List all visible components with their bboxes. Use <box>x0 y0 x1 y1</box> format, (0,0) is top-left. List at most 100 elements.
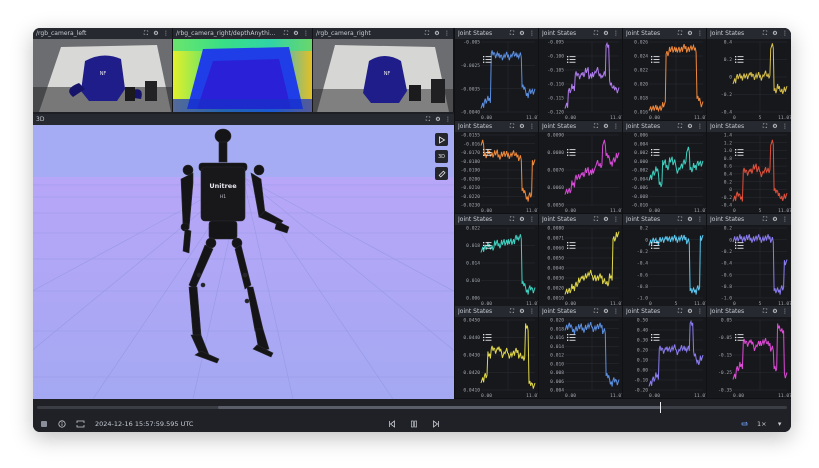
timeline-cursor[interactable] <box>660 402 661 413</box>
expand-icon[interactable]: ⛶ <box>762 28 768 39</box>
gear-icon[interactable]: ⚙ <box>603 28 609 39</box>
more-icon[interactable]: ⋮ <box>163 28 169 39</box>
more-icon[interactable]: ⋮ <box>697 28 703 39</box>
step-back-icon[interactable] <box>387 419 397 429</box>
gear-icon[interactable]: ⚙ <box>519 121 525 132</box>
legend-list-icon[interactable] <box>651 231 660 249</box>
legend-list-icon[interactable] <box>651 323 660 341</box>
play-icon[interactable] <box>435 133 448 146</box>
gear-icon[interactable]: ⚙ <box>293 28 299 39</box>
legend-list-icon[interactable] <box>567 138 576 156</box>
more-icon[interactable]: ⋮ <box>444 28 450 39</box>
gear-icon[interactable]: ⚙ <box>772 306 778 317</box>
gear-icon[interactable]: ⚙ <box>772 214 778 225</box>
expand-icon[interactable]: ⛶ <box>143 28 149 39</box>
expand-icon[interactable]: ⛶ <box>509 28 515 39</box>
expand-icon[interactable]: ⛶ <box>677 306 683 317</box>
joint-states-panel[interactable]: Joint States ⛶ ⚙ ⋮ 0.0090 0.0080 0.0070 0.0060 0… <box>538 121 622 214</box>
gear-icon[interactable]: ⚙ <box>687 121 693 132</box>
more-icon[interactable]: ⋮ <box>613 28 619 39</box>
expand-icon[interactable]: ⛶ <box>593 28 599 39</box>
3d-scene[interactable]: Unitree H1 <box>33 125 454 399</box>
more-icon[interactable]: ⋮ <box>697 306 703 317</box>
more-icon[interactable]: ⋮ <box>782 28 788 39</box>
expand-icon[interactable]: ⛶ <box>424 28 430 39</box>
expand-icon[interactable]: ⛶ <box>509 214 515 225</box>
joint-states-panel[interactable]: Joint States ⛶ ⚙ ⋮ 0.006 0.004 0.002 0.000 -0.00… <box>622 121 706 214</box>
frame-range-icon[interactable] <box>75 419 85 429</box>
expand-icon[interactable]: ⛶ <box>283 28 289 39</box>
gear-icon[interactable]: ⚙ <box>603 121 609 132</box>
legend-list-icon[interactable] <box>483 231 492 249</box>
3d-view-panel[interactable]: 3D ⛶ ⚙ ⋮ Unitree H1 3D <box>33 114 454 399</box>
more-icon[interactable]: ⋮ <box>697 214 703 225</box>
expand-icon[interactable]: ⛶ <box>677 28 683 39</box>
joint-states-panel[interactable]: Joint States ⛶ ⚙ ⋮ 0.020 0.018 0.016 0.014 0.012… <box>538 306 622 399</box>
gear-icon[interactable]: ⚙ <box>519 306 525 317</box>
more-icon[interactable]: ⋮ <box>613 214 619 225</box>
playback-speed[interactable]: 1× <box>757 420 767 428</box>
gear-icon[interactable]: ⚙ <box>519 28 525 39</box>
joint-states-panel[interactable]: Joint States ⛶ ⚙ ⋮ -0.095 -0.100 -0.105 -0.110 -… <box>538 28 622 121</box>
gear-icon[interactable]: ⚙ <box>435 114 441 125</box>
legend-list-icon[interactable] <box>651 45 660 63</box>
info-icon[interactable] <box>57 419 67 429</box>
expand-icon[interactable]: ⛶ <box>762 306 768 317</box>
expand-icon[interactable]: ⛶ <box>762 214 768 225</box>
expand-icon[interactable]: ⛶ <box>509 121 515 132</box>
expand-icon[interactable]: ⛶ <box>677 121 683 132</box>
joint-states-panel[interactable]: Joint States ⛶ ⚙ ⋮ 0.2 0 -0.2 -0.4 -0.6 -0.8 -1.0 0… <box>706 214 791 307</box>
joint-states-panel[interactable]: Joint States ⛶ ⚙ ⋮ 0.2 0 -0.2 -0.4 -0.6 -0.8 -1.0 0… <box>622 214 706 307</box>
legend-list-icon[interactable] <box>735 323 744 341</box>
expand-icon[interactable]: ⛶ <box>593 121 599 132</box>
joint-states-panel[interactable]: Joint States ⛶ ⚙ ⋮ 1.4 1.2 1.0 0.8 0.6 0.4 0.2 0 -0.… <box>706 121 791 214</box>
joint-states-panel[interactable]: Joint States ⛶ ⚙ ⋮ 0.05 -0.05 -0.15 -0.25 -0.35 0… <box>706 306 791 399</box>
joint-states-panel[interactable]: Joint States ⛶ ⚙ ⋮ 0.50 0.40 0.30 0.20 0.10 0.00 -… <box>622 306 706 399</box>
step-forward-icon[interactable] <box>431 419 441 429</box>
joint-states-panel[interactable]: Joint States ⛶ ⚙ ⋮ -0.005 -0.0025 -0.0035 -0.00… <box>454 28 538 121</box>
more-icon[interactable]: ⋮ <box>782 306 788 317</box>
more-icon[interactable]: ⋮ <box>697 121 703 132</box>
legend-list-icon[interactable] <box>567 231 576 249</box>
joint-states-panel[interactable]: Joint States ⛶ ⚙ ⋮ -0.0155 -0.016 -0.0170 -0.01… <box>454 121 538 214</box>
legend-list-icon[interactable] <box>483 323 492 341</box>
gear-icon[interactable]: ⚙ <box>603 306 609 317</box>
more-icon[interactable]: ⋮ <box>613 121 619 132</box>
expand-icon[interactable]: ⛶ <box>762 121 768 132</box>
legend-list-icon[interactable] <box>567 45 576 63</box>
gear-icon[interactable]: ⚙ <box>687 28 693 39</box>
view-mode-button[interactable]: 3D <box>435 150 448 163</box>
pause-icon[interactable] <box>409 419 419 429</box>
camera-panel-left[interactable]: /rgb_camera_left ⛶ ⚙ ⋮ NF <box>33 28 173 112</box>
gear-icon[interactable]: ⚙ <box>772 28 778 39</box>
more-icon[interactable]: ⋮ <box>613 306 619 317</box>
joint-states-panel[interactable]: Joint States ⛶ ⚙ ⋮ 0.022 0.018 0.014 0.010 0.006… <box>454 214 538 307</box>
legend-list-icon[interactable] <box>567 323 576 341</box>
legend-list-icon[interactable] <box>651 138 660 156</box>
gear-icon[interactable]: ⚙ <box>519 214 525 225</box>
loop-icon[interactable] <box>739 419 749 429</box>
gear-icon[interactable]: ⚙ <box>687 214 693 225</box>
legend-list-icon[interactable] <box>483 45 492 63</box>
expand-icon[interactable]: ⛶ <box>593 306 599 317</box>
joint-states-panel[interactable]: Joint States ⛶ ⚙ ⋮ 0.4 0.2 0 -0.2 -0.4 0 5 11.07 <box>706 28 791 121</box>
joint-states-panel[interactable]: Joint States ⛶ ⚙ ⋮ 0.026 0.024 0.022 0.020 0.018… <box>622 28 706 121</box>
more-icon[interactable]: ⋮ <box>445 114 451 125</box>
joint-states-panel[interactable]: Joint States ⛶ ⚙ ⋮ 0.0080 0.0071 0.0060 0.0050 0… <box>538 214 622 307</box>
more-icon[interactable]: ⋮ <box>303 28 309 39</box>
legend-list-icon[interactable] <box>483 138 492 156</box>
ruler-icon[interactable] <box>435 167 448 180</box>
gear-icon[interactable]: ⚙ <box>772 121 778 132</box>
expand-icon[interactable]: ⛶ <box>593 214 599 225</box>
gear-icon[interactable]: ⚙ <box>153 28 159 39</box>
camera-panel-depth[interactable]: /rbg_camera_right/depthAnythi... ⛶ ⚙ ⋮ <box>173 28 313 112</box>
more-icon[interactable]: ⋮ <box>529 121 535 132</box>
camera-panel-right[interactable]: /rgb_camera_right ⛶ ⚙ ⋮ NF <box>313 28 454 112</box>
expand-icon[interactable]: ⛶ <box>509 306 515 317</box>
gear-icon[interactable]: ⚙ <box>687 306 693 317</box>
more-icon[interactable]: ⋮ <box>529 214 535 225</box>
legend-list-icon[interactable] <box>735 138 744 156</box>
legend-list-icon[interactable] <box>735 231 744 249</box>
more-icon[interactable]: ⋮ <box>529 28 535 39</box>
expand-icon[interactable]: ⛶ <box>425 114 431 125</box>
